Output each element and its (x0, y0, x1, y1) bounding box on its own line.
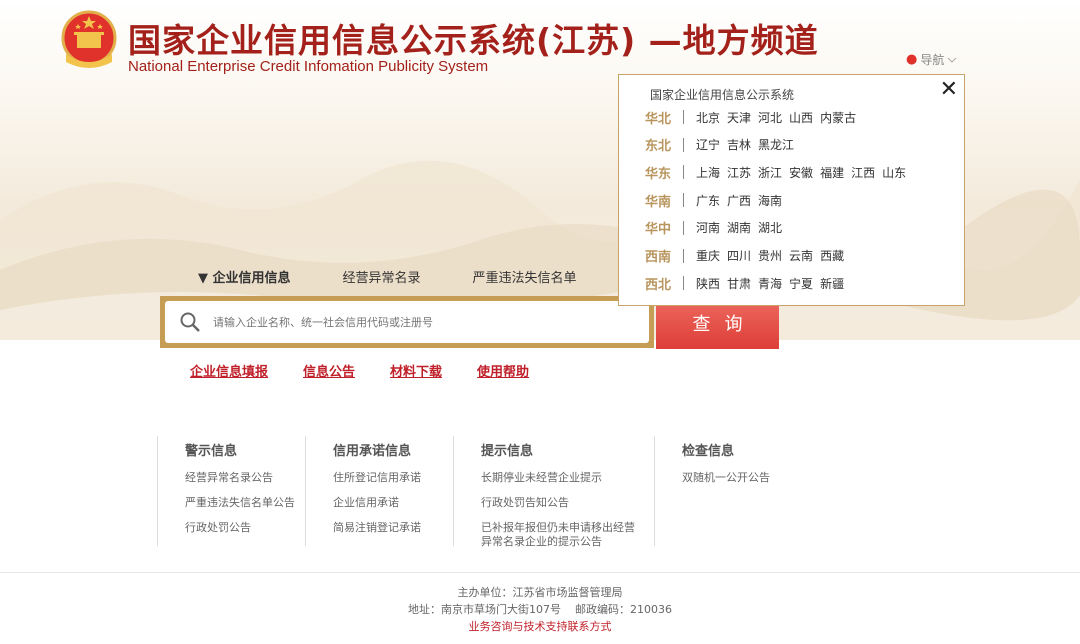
province-link[interactable]: 青海 (758, 275, 782, 292)
province-link[interactable]: 四川 (727, 247, 751, 264)
divider (683, 110, 684, 124)
province-link[interactable]: 江苏 (727, 164, 751, 181)
site-subtitle-english: National Enterprise Credit Infomation Pu… (128, 58, 489, 75)
divider (683, 248, 684, 263)
quick-links: 企业信息填报 信息公告 材料下载 使用帮助 (190, 361, 564, 380)
province-link[interactable]: 山东 (882, 164, 906, 181)
national-emblem-logo (61, 10, 117, 68)
province-link[interactable]: 甘肃 (727, 275, 751, 292)
province-link[interactable]: 辽宁 (696, 136, 720, 153)
tab-abnormal-operations[interactable]: 经营异常名录 (343, 267, 421, 286)
divider (683, 137, 684, 152)
province-link[interactable]: 广东 (696, 192, 720, 209)
province-link[interactable]: 浙江 (758, 164, 782, 181)
region-row: 华南 广东 广西 海南 (645, 191, 789, 210)
divider (683, 276, 684, 291)
region-label: 华南 (645, 194, 672, 210)
divider (683, 193, 684, 208)
region-label: 西北 (645, 277, 672, 293)
search-inner (165, 301, 649, 343)
province-link[interactable]: 天津 (727, 109, 751, 126)
navigation-label: 导航 (920, 53, 945, 67)
link-enterprise-info-filing[interactable]: 企业信息填报 (190, 361, 268, 380)
column-link[interactable]: 行政处罚公告 (185, 521, 305, 535)
info-column-inspection: 检查信息 双随机一公开公告 (655, 436, 803, 546)
footer-divider (0, 572, 1080, 573)
region-label: 华北 (645, 111, 672, 127)
close-icon[interactable]: ✕ (940, 78, 958, 102)
region-row: 华中 河南 湖南 湖北 (645, 219, 789, 237)
column-link[interactable]: 企业信用承诺 (333, 496, 453, 510)
province-link[interactable]: 贵州 (758, 247, 782, 264)
region-row: 西南 重庆 四川 贵州 云南 西藏 (645, 247, 851, 265)
column-link[interactable]: 双随机一公开公告 (682, 471, 803, 485)
region-panel-title: 国家企业信用信息公示系统 (650, 88, 795, 102)
province-link[interactable]: 陕西 (696, 275, 720, 292)
column-link[interactable]: 简易注销登记承诺 (333, 521, 453, 535)
search-box (160, 296, 654, 348)
column-title: 警示信息 (185, 444, 238, 459)
region-row: 西北 陕西 甘肃 青海 宁夏 新疆 (645, 274, 851, 293)
province-link[interactable]: 河北 (758, 109, 782, 126)
navigation-dropdown[interactable]: ● 导航 (906, 51, 957, 68)
province-link[interactable]: 上海 (696, 164, 720, 181)
column-link[interactable]: 行政处罚告知公告 (481, 496, 644, 510)
footer-sponsor: 主办单位：江苏省市场监督管理局 (457, 586, 623, 599)
province-link[interactable]: 吉林 (727, 136, 751, 153)
chevron-down-icon (948, 57, 957, 63)
province-link[interactable]: 重庆 (696, 247, 720, 264)
province-link[interactable]: 福建 (820, 164, 844, 181)
column-link[interactable]: 已补报年报但仍未申请移出经营异常名录企业的提示公告 (481, 521, 644, 549)
info-column-credit-commitment: 信用承诺信息 住所登记信用承诺 企业信用承诺 简易注销登记承诺 (305, 436, 453, 546)
region-label: 华东 (645, 166, 672, 182)
province-link[interactable]: 黑龙江 (758, 136, 794, 153)
province-link[interactable]: 广西 (727, 192, 751, 209)
divider (683, 165, 684, 180)
province-link[interactable]: 云南 (789, 247, 813, 264)
province-link[interactable]: 海南 (758, 192, 782, 209)
province-link[interactable]: 河南 (696, 219, 720, 236)
tab-enterprise-credit[interactable]: ▼ 企业信用信息 (198, 267, 291, 286)
link-materials-download[interactable]: 材料下载 (390, 361, 442, 380)
region-label: 西南 (645, 250, 672, 265)
province-link[interactable]: 江西 (851, 164, 875, 181)
footer-address: 地址：南京市草场门大街107号 邮政编码：210036 (408, 603, 672, 616)
footer-contact-link[interactable]: 业务咨询与技术支持联系方式 (0, 618, 1080, 635)
province-link[interactable]: 湖南 (727, 219, 751, 236)
location-pin-icon: ● (906, 52, 918, 67)
province-link[interactable]: 宁夏 (789, 275, 813, 292)
province-link[interactable]: 北京 (696, 109, 720, 126)
tab-serious-violations[interactable]: 严重违法失信名单 (473, 267, 577, 286)
search-input[interactable] (213, 315, 649, 329)
search-type-tabs: ▼ 企业信用信息 经营异常名录 严重违法失信名单 (198, 267, 577, 286)
column-title: 检查信息 (682, 444, 735, 459)
info-columns: 警示信息 经营异常名录公告 严重违法失信名单公告 行政处罚公告 信用承诺信息 住… (157, 436, 803, 549)
column-link[interactable]: 长期停业未经营企业提示 (481, 471, 644, 485)
region-label: 东北 (645, 139, 672, 155)
region-label: 华中 (645, 222, 672, 238)
province-link[interactable]: 内蒙古 (820, 109, 856, 126)
region-row: 东北 辽宁 吉林 黑龙江 (645, 136, 801, 154)
province-link[interactable]: 湖北 (758, 219, 782, 236)
column-link[interactable]: 严重违法失信名单公告 (185, 496, 305, 510)
province-link[interactable]: 山西 (789, 109, 813, 126)
region-row: 华北 北京 天津 河北 山西 内蒙古 (645, 108, 863, 127)
divider (683, 220, 684, 235)
column-link[interactable]: 经营异常名录公告 (185, 471, 305, 485)
region-row: 华东 上海 江苏 浙江 安徽 福建 江西 山东 (645, 163, 913, 182)
link-info-announcement[interactable]: 信息公告 (303, 361, 355, 380)
link-usage-help[interactable]: 使用帮助 (477, 361, 529, 380)
footer: 主办单位：江苏省市场监督管理局 地址：南京市草场门大街107号 邮政编码：210… (0, 584, 1080, 635)
column-link[interactable]: 住所登记信用承诺 (333, 471, 453, 485)
province-link[interactable]: 安徽 (789, 164, 813, 181)
province-link[interactable]: 西藏 (820, 247, 844, 264)
site-title: 国家企业信用信息公示系统(江苏) —地方频道 (128, 21, 819, 60)
column-title: 信用承诺信息 (333, 444, 412, 459)
region-navigation-panel: 国家企业信用信息公示系统 ✕ 华北 北京 天津 河北 山西 内蒙古东北 辽宁 吉林 黑龙江华东 上… (618, 74, 965, 306)
search-icon (180, 312, 200, 332)
info-column-warning: 警示信息 经营异常名录公告 严重违法失信名单公告 行政处罚公告 (157, 436, 305, 546)
province-link[interactable]: 新疆 (820, 275, 844, 292)
column-title: 提示信息 (481, 444, 534, 459)
info-column-notice: 提示信息 长期停业未经营企业提示 行政处罚告知公告 已补报年报但仍未申请移出经营… (453, 436, 655, 549)
